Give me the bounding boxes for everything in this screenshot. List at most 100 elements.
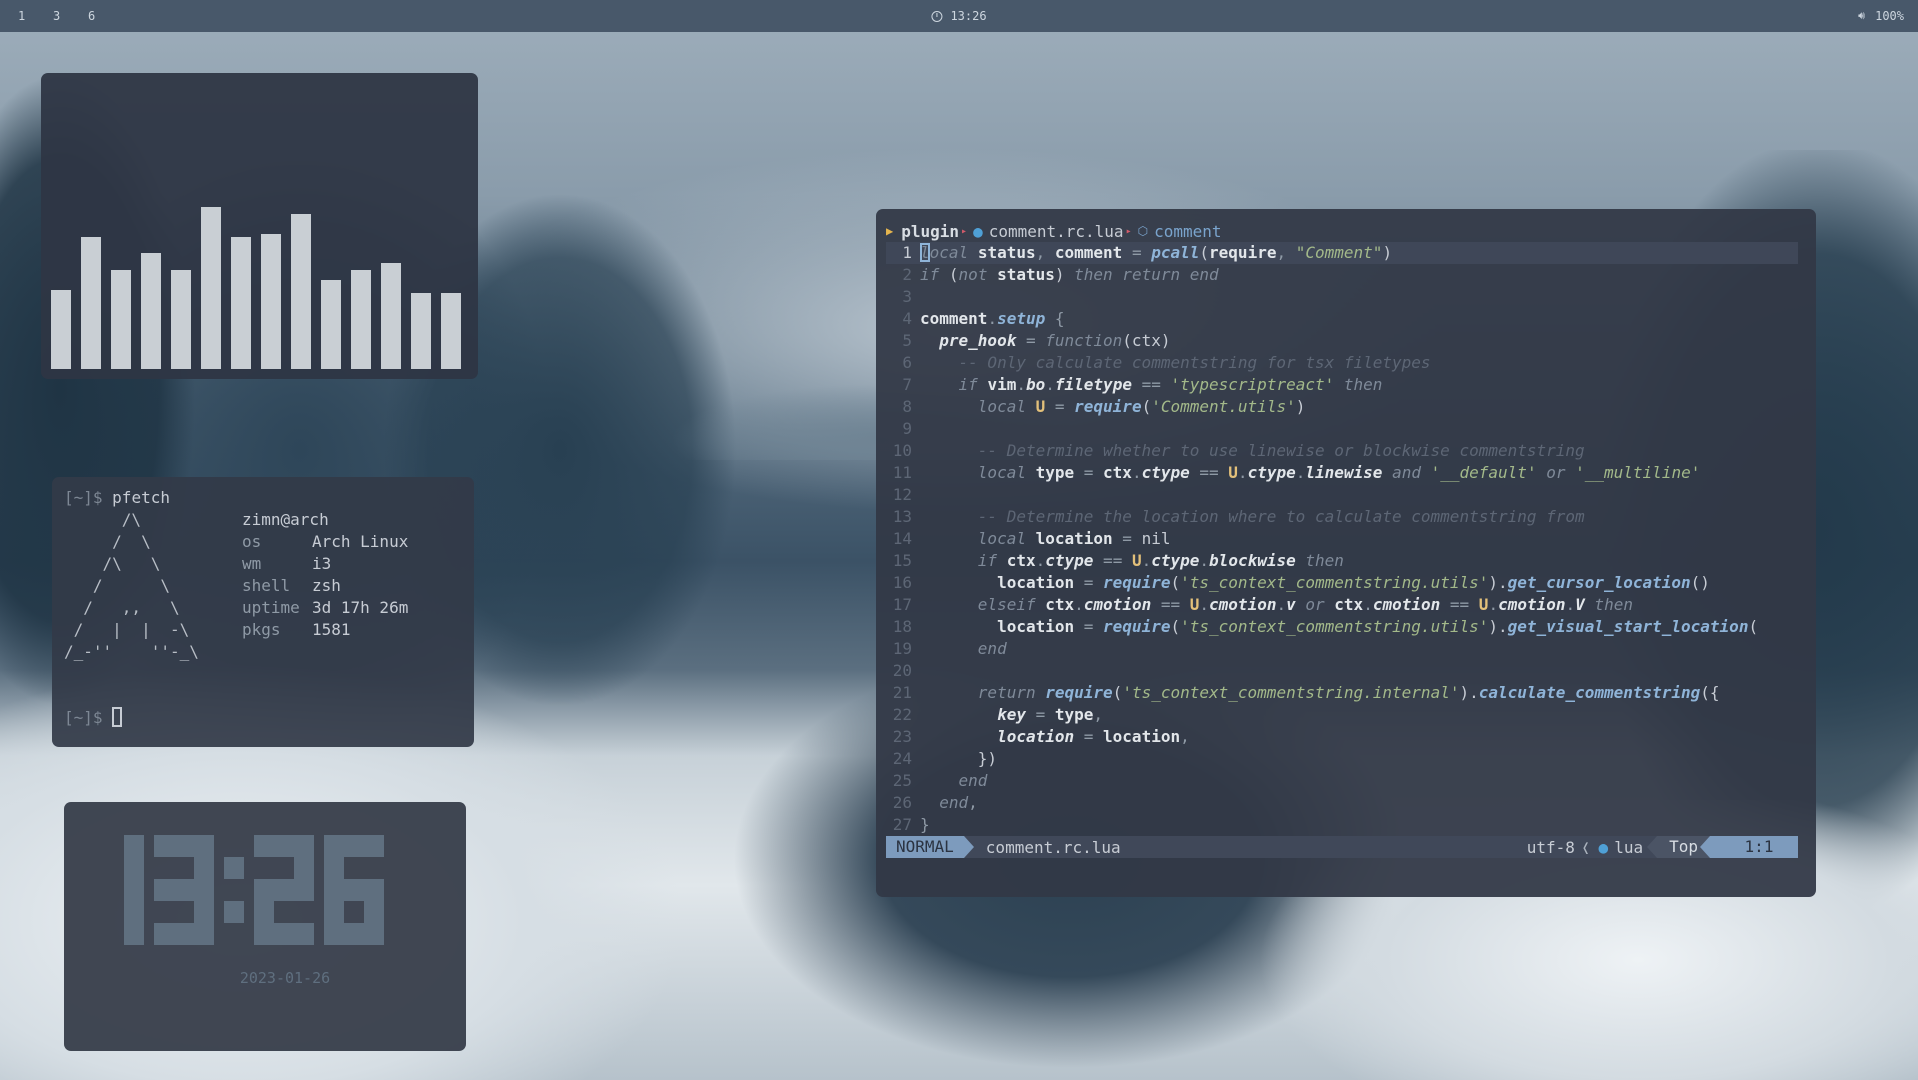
code-line[interactable]: 23 location = location, <box>886 726 1798 748</box>
command-line: [~]$ pfetch <box>64 487 462 509</box>
code-line[interactable]: 16 location = require('ts_context_commen… <box>886 572 1798 594</box>
code-line[interactable]: 2 if (not status) then return end <box>886 264 1798 286</box>
top-bar: 1 3 6 13:26 🔊︎ 100% <box>0 0 1918 32</box>
pfetch-value: 3d 17h 26m <box>312 598 409 617</box>
line-text: -- Determine whether to use linewise or … <box>920 440 1585 462</box>
code-token: get_visual_start_location <box>1507 617 1749 636</box>
clock-widget: 2023-01-26 <box>64 802 466 1051</box>
code-line[interactable]: 25 end <box>886 770 1798 792</box>
mode-indicator: NORMAL <box>886 836 974 858</box>
code-line[interactable]: 3 <box>886 286 1798 308</box>
visualizer-bar <box>81 237 101 369</box>
code-line[interactable]: 26 end, <box>886 792 1798 814</box>
code-line[interactable]: 6 -- Only calculate commentstring for ts… <box>886 352 1798 374</box>
code-token: require <box>1103 617 1171 636</box>
code-line[interactable]: 22 key = type, <box>886 704 1798 726</box>
code-line[interactable]: 12 <box>886 484 1798 506</box>
pfetch-row: shell zsh <box>242 575 341 597</box>
code-line[interactable]: 1 local status, comment = pcall(require, … <box>886 242 1798 264</box>
code-token: . <box>1045 375 1055 394</box>
code-line[interactable]: 11 local type = ctx.ctype == U.ctype.lin… <box>886 462 1798 484</box>
line-number: 14 <box>892 529 912 548</box>
code-token: = <box>1074 573 1104 592</box>
breadcrumb-separator-icon: ▸ <box>961 225 968 237</box>
breadcrumb-folder[interactable]: plugin <box>901 222 959 241</box>
code-line[interactable]: 10 -- Determine whether to use linewise … <box>886 440 1798 462</box>
code-line[interactable]: 18 location = require('ts_context_commen… <box>886 616 1798 638</box>
code-line[interactable]: 4 comment.setup { <box>886 308 1798 330</box>
terminal-cursor <box>112 707 123 727</box>
code-token: == <box>1093 551 1132 570</box>
code-token: status <box>997 265 1055 284</box>
prompt: [~]$ <box>64 708 103 727</box>
code-line[interactable]: 27} <box>886 814 1798 836</box>
code-line[interactable]: 20 <box>886 660 1798 682</box>
code-token: ctype <box>1141 463 1190 482</box>
line-number: 9 <box>902 419 912 438</box>
line-text: end, <box>920 792 978 814</box>
input-line[interactable]: [~]$ <box>64 707 123 729</box>
code-line[interactable]: 5 pre_hook = function(ctx) <box>886 330 1798 352</box>
code-token: -- Determine whether to use linewise or … <box>977 441 1585 460</box>
visualizer-bar <box>231 237 251 369</box>
clock-digit-block <box>294 835 314 857</box>
visualizer-bar <box>321 280 341 369</box>
line-text: pre_hook = function(ctx) <box>920 330 1170 352</box>
code-token: pre_hook <box>939 331 1017 350</box>
code-token: . <box>1199 595 1210 614</box>
code-token: '__multiline' <box>1575 463 1701 482</box>
breadcrumb-file[interactable]: comment.rc.lua <box>989 222 1124 241</box>
clock-digit-block <box>254 835 274 857</box>
code-token: = <box>1122 243 1152 262</box>
code-token: type <box>1054 705 1094 724</box>
code-line[interactable]: 14 local location = nil <box>886 528 1798 550</box>
clock-digit-block <box>294 923 314 945</box>
workspace-6[interactable]: 6 <box>88 9 123 23</box>
code-line[interactable]: 13 -- Determine the location where to ca… <box>886 506 1798 528</box>
code-buffer[interactable]: 1 local status, comment = pcall(require, … <box>886 242 1798 836</box>
code-token: == <box>1189 463 1229 482</box>
visualizer-bar <box>411 293 431 369</box>
code-token: ctype <box>1151 551 1200 570</box>
code-line[interactable]: 17 elseif ctx.cmotion == U.cmotion.v or … <box>886 594 1798 616</box>
terminal-window[interactable]: [~]$ pfetch /\ / \ /\ \ / \ / ,, \ / | |… <box>52 477 474 747</box>
code-token: ). <box>1459 683 1479 702</box>
code-token: ctype <box>1247 463 1296 482</box>
status-position: 1:1 <box>1700 836 1798 858</box>
winbar-breadcrumb: ▶ plugin ▸ ● comment.rc.lua ▸ ⬡ comment <box>886 220 1222 242</box>
ascii-line: / | | -\ <box>64 620 190 639</box>
visualizer-bar <box>261 234 281 369</box>
bar-clock[interactable]: 13:26 <box>931 9 987 23</box>
code-line[interactable]: 7 if vim.bo.filetype == 'typescriptreact… <box>886 374 1798 396</box>
clock-digit-block <box>154 835 174 857</box>
pfetch-row: pkgs 1581 <box>242 619 351 641</box>
clock-digit-block <box>124 923 144 945</box>
workspace-3[interactable]: 3 <box>53 9 88 23</box>
breadcrumb-symbol[interactable]: comment <box>1154 222 1221 241</box>
clock-digit-block <box>224 901 244 923</box>
neovim-window[interactable]: ▶ plugin ▸ ● comment.rc.lua ▸ ⬡ comment … <box>876 209 1816 897</box>
code-line[interactable]: 8 local U = require('Comment.utils') <box>886 396 1798 418</box>
clock-icon <box>931 10 943 22</box>
code-line[interactable]: 15 if ctx.ctype == U.ctype.blockwise the… <box>886 550 1798 572</box>
bar-volume[interactable]: 🔊︎ 100% <box>1858 9 1904 23</box>
code-line[interactable]: 9 <box>886 418 1798 440</box>
code-token: require <box>1209 243 1277 262</box>
code-token: 'ts_context_commentstring.utils' <box>1180 573 1489 592</box>
code-token: ( <box>1199 243 1210 262</box>
code-token: ( <box>1141 397 1152 416</box>
line-number: 6 <box>902 353 912 372</box>
code-token: U <box>1228 463 1238 482</box>
code-token: . <box>1141 551 1152 570</box>
code-line[interactable]: 24 }) <box>886 748 1798 770</box>
code-token: cmotion <box>1372 595 1441 614</box>
pfetch-value: zsh <box>312 576 341 595</box>
ascii-line: /_-'' ''-_\ <box>64 642 199 661</box>
code-line[interactable]: 21 return require('ts_context_commentstr… <box>886 682 1798 704</box>
workspace-1[interactable]: 1 <box>18 9 53 23</box>
code-token: local <box>977 529 1036 548</box>
clock-digit-block <box>254 879 274 901</box>
code-line[interactable]: 19 end <box>886 638 1798 660</box>
